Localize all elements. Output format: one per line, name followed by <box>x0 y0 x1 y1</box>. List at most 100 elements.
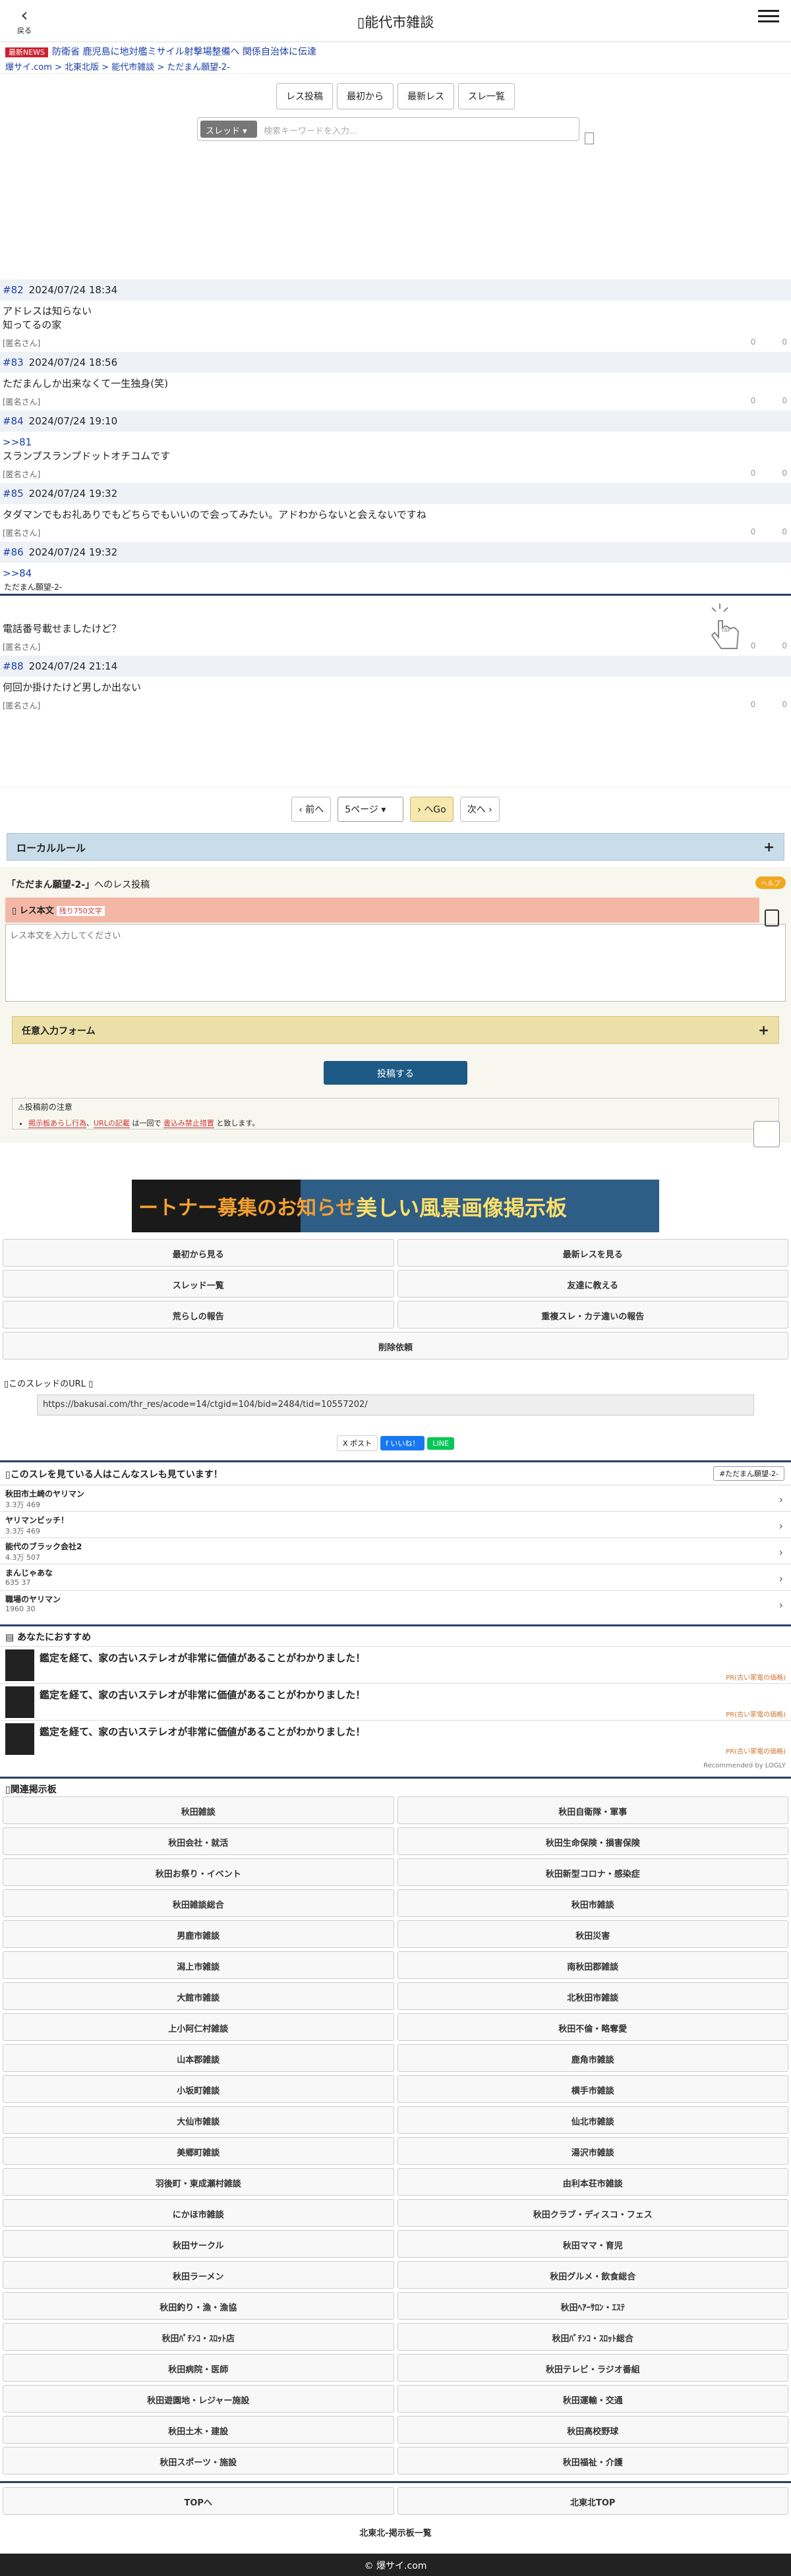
related-board-link[interactable]: 男鹿市雑談 <box>3 1920 394 1948</box>
related-board-link[interactable]: 潟上市雑談 <box>3 1951 394 1979</box>
optional-form-toggle[interactable]: 任意入力フォーム + <box>12 1016 779 1044</box>
post-reply-button[interactable]: レス投稿 <box>276 83 333 109</box>
go-button[interactable]: › へGo <box>410 797 454 822</box>
related-board-link[interactable]: 山本郡雑談 <box>3 2044 394 2072</box>
related-board-link[interactable]: 秋田サークル <box>3 2230 394 2258</box>
top-link[interactable]: TOPへ <box>3 2487 394 2515</box>
region-top-link[interactable]: 北東北TOP <box>397 2487 788 2515</box>
bad-count[interactable]: 0 <box>782 469 787 478</box>
related-board-link[interactable]: 秋田ﾊﾟﾁﾝｺ・ｽﾛｯﾄ店 <box>3 2323 394 2351</box>
post-number[interactable]: #82 <box>3 284 24 296</box>
post-number[interactable]: #86 <box>3 546 24 558</box>
post-number[interactable]: #83 <box>3 357 24 368</box>
prev-page-button[interactable]: ‹ 前へ <box>291 797 332 822</box>
camera-icon[interactable] <box>765 909 779 927</box>
related-board-link[interactable]: 秋田市雑談 <box>397 1889 788 1917</box>
url-field[interactable]: https://bakusai.com/thr_res/acode=14/ctg… <box>37 1394 754 1416</box>
bad-count[interactable]: 0 <box>782 396 787 405</box>
recommended-item[interactable]: 鑑定を経て、家の古いステレオが非常に価値があることがわかりました！ PR(古い家電… <box>0 1720 791 1757</box>
related-board-link[interactable]: 秋田土木・建設 <box>3 2416 394 2444</box>
good-count[interactable]: 0 <box>751 700 756 709</box>
reply-textarea[interactable] <box>5 924 786 1002</box>
latest-button[interactable]: 最新レス <box>397 83 454 109</box>
related-board-link[interactable]: 秋田病院・医師 <box>3 2354 394 2382</box>
thread-link[interactable]: スレッド一覧 <box>3 1270 394 1298</box>
related-board-link[interactable]: 秋田ママ・育児 <box>397 2230 788 2258</box>
related-board-link[interactable]: 秋田クラブ・ディスコ・フェス <box>397 2199 788 2227</box>
breadcrumb-text[interactable]: 爆サイ.com > 北東北版 > 能代市雑談 > ただまん願望-2- <box>5 63 230 72</box>
help-button[interactable]: ヘルプ <box>755 876 786 889</box>
facebook-like-button[interactable]: f いいね！ <box>380 1436 425 1450</box>
line-share-button[interactable]: LINE <box>427 1437 454 1450</box>
also-viewed-row[interactable]: まんじゃあな 635 37 › <box>0 1564 791 1590</box>
related-board-link[interactable]: 仙北市雑談 <box>397 2106 788 2134</box>
related-board-link[interactable]: 南秋田郡雑談 <box>397 1951 788 1979</box>
news-link[interactable]: 防衛省 鹿児島に地対艦ミサイル射撃場整備へ 関係自治体に伝達 <box>52 47 316 57</box>
related-board-link[interactable]: 秋田運輸・交通 <box>397 2385 788 2413</box>
related-board-link[interactable]: 美郷町雑談 <box>3 2137 394 2165</box>
bad-count[interactable]: 0 <box>782 337 787 347</box>
reply-anchor[interactable]: >>81 <box>3 436 788 449</box>
related-board-link[interactable]: 秋田スポーツ・施設 <box>3 2447 394 2475</box>
post-number[interactable]: #84 <box>3 415 24 427</box>
related-board-link[interactable]: 秋田災害 <box>397 1920 788 1948</box>
related-board-link[interactable]: 由利本荘市雑談 <box>397 2168 788 2196</box>
recommended-item[interactable]: 鑑定を経て、家の古いステレオが非常に価値があることがわかりました！ PR(古い家電… <box>0 1646 791 1683</box>
related-board-link[interactable]: 秋田自衛隊・軍事 <box>397 1796 788 1824</box>
related-board-link[interactable]: にかほ市雑談 <box>3 2199 394 2227</box>
related-board-link[interactable]: 北秋田市雑談 <box>397 1982 788 2010</box>
related-board-link[interactable]: 湯沢市雑談 <box>397 2137 788 2165</box>
also-viewed-row[interactable]: 職場のヤリマン 1960 30 › <box>0 1590 791 1617</box>
related-board-link[interactable]: 秋田ﾍｱｰｻﾛﾝ・ｴｽﾃ <box>397 2292 788 2320</box>
related-board-link[interactable]: 秋田ﾊﾟﾁﾝｺ・ｽﾛｯﾄ総合 <box>397 2323 788 2351</box>
related-board-link[interactable]: 上小阿仁村雑談 <box>3 2013 394 2041</box>
related-board-link[interactable]: 秋田不倫・略奪愛 <box>397 2013 788 2041</box>
related-board-link[interactable]: 秋田遊園地・レジャー施設 <box>3 2385 394 2413</box>
tag-chip[interactable]: #ただまん願望-2- <box>713 1466 784 1481</box>
tap-hand-icon[interactable]: TAP <box>708 601 747 654</box>
related-board-link[interactable]: 秋田雑談総合 <box>3 1889 394 1917</box>
thread-list-button[interactable]: スレ一覧 <box>458 83 515 109</box>
related-board-link[interactable]: 秋田雑談 <box>3 1796 394 1824</box>
related-board-link[interactable]: 秋田釣り・漁・漁協 <box>3 2292 394 2320</box>
board-list-link[interactable]: 北東北-掲示板一覧 <box>3 2518 788 2546</box>
from-start-button[interactable]: 最初から <box>337 83 394 109</box>
news-ticker[interactable]: 最新NEWS 防衛省 鹿児島に地対艦ミサイル射撃場整備へ 関係自治体に伝達 <box>0 42 791 58</box>
bad-count[interactable]: 0 <box>782 700 787 709</box>
recommended-item[interactable]: 鑑定を経て、家の古いステレオが非常に価値があることがわかりました！ PR(古い家電… <box>0 1683 791 1720</box>
good-count[interactable]: 0 <box>751 337 756 347</box>
x-post-button[interactable]: X ポスト <box>337 1435 378 1451</box>
good-count[interactable]: 0 <box>751 396 756 405</box>
search-scope-select[interactable]: スレッド ▾ <box>200 121 257 138</box>
thread-link[interactable]: 削除依頼 <box>3 1332 788 1360</box>
related-board-link[interactable]: 鹿角市雑談 <box>397 2044 788 2072</box>
thread-link[interactable]: 最新レスを見る <box>397 1239 788 1267</box>
ad-banner[interactable]: ートナー募集のお知らせ 美しい風景画像掲示板 <box>132 1180 659 1232</box>
thread-link[interactable]: 最初から見る <box>3 1239 394 1267</box>
related-board-link[interactable]: 小坂町雑談 <box>3 2075 394 2103</box>
thread-link[interactable]: 友達に教える <box>397 1270 788 1298</box>
related-board-link[interactable]: 秋田テレビ・ラジオ番組 <box>397 2354 788 2382</box>
search-icon[interactable] <box>585 132 594 144</box>
related-board-link[interactable]: 秋田会社・就活 <box>3 1827 394 1855</box>
related-board-link[interactable]: 秋田ラーメン <box>3 2261 394 2289</box>
post-number[interactable]: #85 <box>3 488 24 500</box>
related-board-link[interactable]: 秋田福祉・介護 <box>397 2447 788 2475</box>
search-input[interactable]: 検索キーワードを入力... <box>264 124 357 136</box>
related-board-link[interactable]: 大仙市雑談 <box>3 2106 394 2134</box>
bad-count[interactable]: 0 <box>782 641 787 650</box>
related-board-link[interactable]: 秋田高校野球 <box>397 2416 788 2444</box>
related-board-link[interactable]: 羽後町・東成瀬村雑談 <box>3 2168 394 2196</box>
related-board-link[interactable]: 横手市雑談 <box>397 2075 788 2103</box>
thread-link[interactable]: 重複スレ・カテ違いの報告 <box>397 1301 788 1329</box>
good-count[interactable]: 0 <box>751 469 756 478</box>
good-count[interactable]: 0 <box>751 527 756 536</box>
next-page-button[interactable]: 次へ › <box>459 797 500 822</box>
related-board-link[interactable]: 秋田グルメ・飲食総合 <box>397 2261 788 2289</box>
related-board-link[interactable]: 秋田お祭り・イベント <box>3 1858 394 1886</box>
related-board-link[interactable]: 秋田生命保険・損害保険 <box>397 1827 788 1855</box>
also-viewed-row[interactable]: ヤリマンビッチ！ 3.3万 469 › <box>0 1511 791 1537</box>
good-count[interactable]: 0 <box>751 641 756 650</box>
thread-link[interactable]: 荒らしの報告 <box>3 1301 394 1329</box>
related-board-link[interactable]: 大館市雑談 <box>3 1982 394 2010</box>
